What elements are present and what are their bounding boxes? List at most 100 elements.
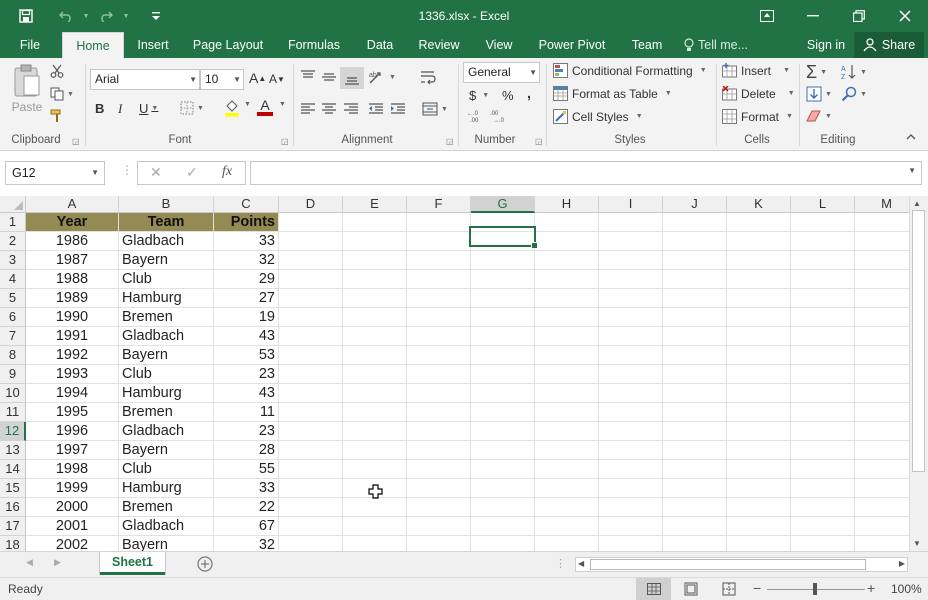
empty-cell[interactable] xyxy=(855,346,909,365)
zoom-slider-thumb[interactable] xyxy=(813,583,817,595)
empty-cell[interactable] xyxy=(727,441,791,460)
empty-cell[interactable] xyxy=(727,308,791,327)
column-header[interactable]: C xyxy=(214,196,279,213)
cell-points[interactable]: 53 xyxy=(214,346,279,365)
empty-cell[interactable] xyxy=(599,422,663,441)
empty-cell[interactable] xyxy=(855,479,909,498)
empty-cell[interactable] xyxy=(471,460,535,479)
empty-cell[interactable] xyxy=(279,479,343,498)
empty-cell[interactable] xyxy=(791,479,855,498)
cell-styles-button[interactable]: Cell Styles ▼ xyxy=(553,109,643,124)
empty-cell[interactable] xyxy=(343,232,407,251)
cell-points[interactable]: 28 xyxy=(214,441,279,460)
cell-points[interactable]: 27 xyxy=(214,289,279,308)
empty-cell[interactable] xyxy=(535,251,599,270)
row-header[interactable]: 9 xyxy=(0,365,26,384)
empty-cell[interactable] xyxy=(279,441,343,460)
empty-cell[interactable] xyxy=(599,232,663,251)
empty-cell[interactable] xyxy=(599,498,663,517)
conditional-formatting-button[interactable]: Conditional Formatting ▼ xyxy=(553,63,707,78)
empty-cell[interactable] xyxy=(599,327,663,346)
empty-cell[interactable] xyxy=(407,365,471,384)
empty-cell[interactable] xyxy=(727,479,791,498)
undo-icon[interactable] xyxy=(52,0,80,32)
empty-cell[interactable] xyxy=(727,403,791,422)
empty-cell[interactable] xyxy=(535,270,599,289)
cell-points[interactable]: 67 xyxy=(214,517,279,536)
empty-cell[interactable] xyxy=(407,479,471,498)
row-header[interactable]: 5 xyxy=(0,289,26,308)
empty-cell[interactable] xyxy=(663,498,727,517)
previous-sheet-icon[interactable]: ◀ xyxy=(26,557,33,568)
cell-team[interactable]: Club xyxy=(119,270,214,289)
empty-cell[interactable] xyxy=(727,422,791,441)
empty-cell[interactable] xyxy=(535,289,599,308)
empty-cell[interactable] xyxy=(471,498,535,517)
empty-cell[interactable] xyxy=(279,536,343,551)
empty-cell[interactable] xyxy=(407,441,471,460)
empty-cell[interactable] xyxy=(407,517,471,536)
row-header[interactable]: 1 xyxy=(0,213,26,232)
empty-cell[interactable] xyxy=(791,308,855,327)
cell-team[interactable]: Bremen xyxy=(119,403,214,422)
cell-year[interactable]: 1998 xyxy=(26,460,119,479)
empty-cell[interactable] xyxy=(791,232,855,251)
empty-cell[interactable] xyxy=(279,270,343,289)
empty-cell[interactable] xyxy=(407,327,471,346)
format-as-table-button[interactable]: Format as Table ▼ xyxy=(553,86,672,101)
empty-cell[interactable] xyxy=(663,517,727,536)
empty-cell[interactable] xyxy=(535,403,599,422)
column-header[interactable]: L xyxy=(791,196,855,213)
save-icon[interactable] xyxy=(0,0,52,32)
tab-home[interactable]: Home xyxy=(62,32,124,58)
empty-cell[interactable] xyxy=(471,270,535,289)
empty-cell[interactable] xyxy=(535,327,599,346)
empty-cell[interactable] xyxy=(535,346,599,365)
empty-cell[interactable] xyxy=(663,270,727,289)
empty-cell[interactable] xyxy=(599,403,663,422)
empty-cell[interactable] xyxy=(407,289,471,308)
cell-year[interactable]: 1999 xyxy=(26,479,119,498)
empty-cell[interactable] xyxy=(599,536,663,551)
empty-cell[interactable] xyxy=(535,536,599,551)
empty-cell[interactable] xyxy=(599,384,663,403)
vertical-scrollbar[interactable]: ▲ ▼ xyxy=(909,196,928,551)
column-header[interactable]: B xyxy=(119,196,214,213)
cell-year[interactable]: 1986 xyxy=(26,232,119,251)
empty-cell[interactable] xyxy=(727,289,791,308)
empty-cell[interactable] xyxy=(471,403,535,422)
tab-split-handle[interactable]: ⋮ xyxy=(555,557,566,570)
row-header[interactable]: 3 xyxy=(0,251,26,270)
empty-cell[interactable] xyxy=(407,403,471,422)
empty-cell[interactable] xyxy=(727,213,791,232)
comma-button[interactable]: , xyxy=(527,85,531,101)
empty-cell[interactable] xyxy=(599,346,663,365)
format-cells-button[interactable]: Format ▼ xyxy=(722,109,793,124)
empty-cell[interactable] xyxy=(343,403,407,422)
empty-cell[interactable] xyxy=(791,422,855,441)
collapse-ribbon-icon[interactable] xyxy=(906,133,916,140)
column-header[interactable]: J xyxy=(663,196,727,213)
empty-cell[interactable] xyxy=(471,517,535,536)
empty-cell[interactable] xyxy=(791,403,855,422)
empty-cell[interactable] xyxy=(535,232,599,251)
cell-year[interactable]: 2001 xyxy=(26,517,119,536)
empty-cell[interactable] xyxy=(855,327,909,346)
tab-page-layout[interactable]: Page Layout xyxy=(188,32,268,58)
tab-insert[interactable]: Insert xyxy=(130,32,176,58)
increase-font-size-button[interactable]: A ▲ xyxy=(249,70,266,86)
cell-points[interactable]: 19 xyxy=(214,308,279,327)
ribbon-display-options-icon[interactable] xyxy=(744,0,790,32)
cancel-icon[interactable]: ✕ xyxy=(150,164,162,181)
column-header[interactable]: I xyxy=(599,196,663,213)
number-format-combo[interactable]: General ▼ xyxy=(463,62,540,83)
empty-cell[interactable] xyxy=(343,422,407,441)
minimize-icon[interactable] xyxy=(790,0,836,32)
cell-points[interactable]: 33 xyxy=(214,232,279,251)
row-header[interactable]: 7 xyxy=(0,327,26,346)
empty-cell[interactable] xyxy=(407,232,471,251)
empty-cell[interactable] xyxy=(855,403,909,422)
empty-cell[interactable] xyxy=(471,384,535,403)
tab-power-pivot[interactable]: Power Pivot xyxy=(533,32,611,58)
cell-team[interactable]: Bremen xyxy=(119,498,214,517)
